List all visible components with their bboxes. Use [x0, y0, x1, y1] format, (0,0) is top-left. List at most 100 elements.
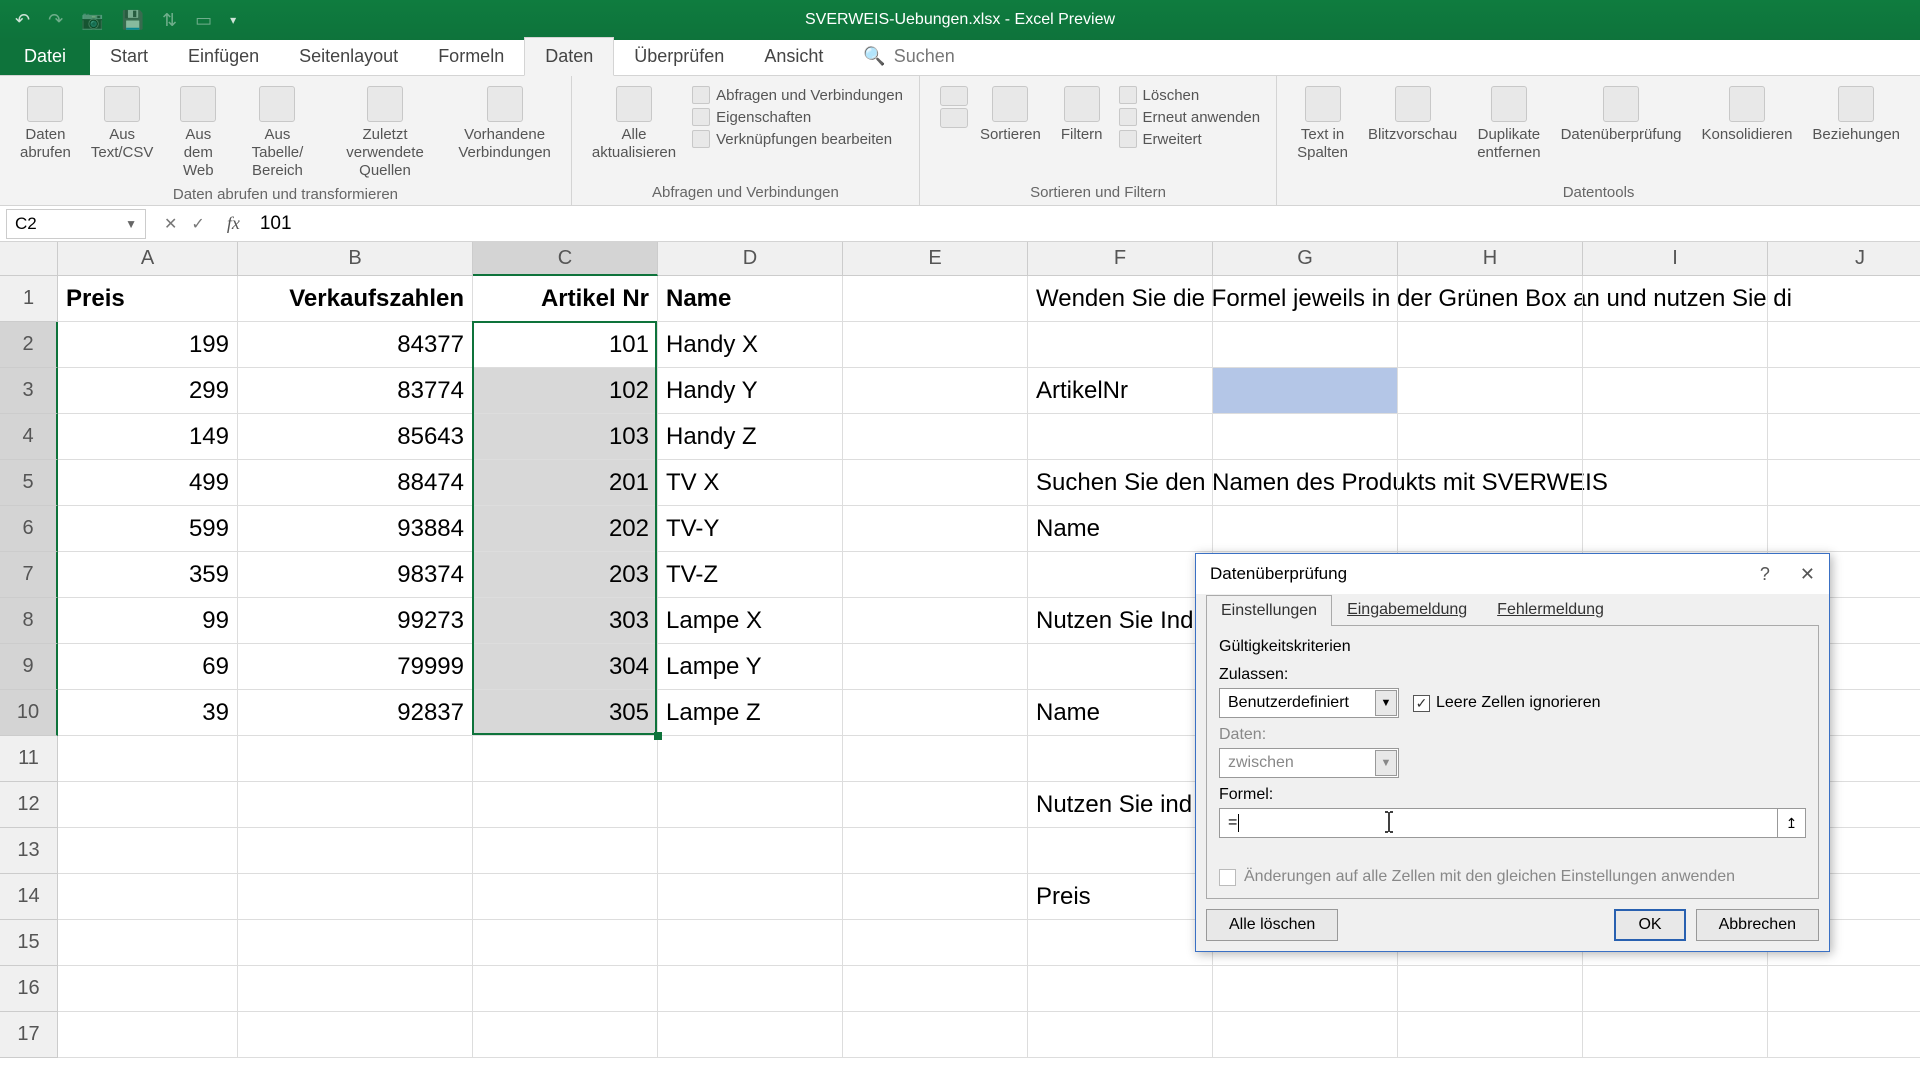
dialog-tab-error-alert[interactable]: Fehlermeldung: [1482, 594, 1619, 625]
cell[interactable]: [1398, 368, 1583, 414]
cell[interactable]: Verkaufszahlen: [238, 276, 473, 322]
cell[interactable]: [1028, 736, 1213, 782]
cell[interactable]: 303: [473, 598, 658, 644]
row-header[interactable]: 5: [0, 460, 58, 506]
cell[interactable]: [1768, 1012, 1920, 1058]
cell[interactable]: [1583, 966, 1768, 1012]
cell[interactable]: [238, 874, 473, 920]
edit-links-button[interactable]: Verknüpfungen bearbeiten: [692, 130, 903, 148]
cell[interactable]: [1768, 368, 1920, 414]
cell[interactable]: Name: [1028, 506, 1213, 552]
tab-pagelayout[interactable]: Seitenlayout: [279, 38, 418, 75]
tab-insert[interactable]: Einfügen: [168, 38, 279, 75]
recent-sources-button[interactable]: Zuletzt verwendete Quellen: [324, 82, 447, 184]
sort-button[interactable]: Sortieren: [972, 82, 1049, 148]
queries-connections-button[interactable]: Abfragen und Verbindungen: [692, 86, 903, 104]
cell[interactable]: [1768, 322, 1920, 368]
cell[interactable]: 88474: [238, 460, 473, 506]
cell[interactable]: Lampe Y: [658, 644, 843, 690]
cell[interactable]: [1398, 1012, 1583, 1058]
from-web-button[interactable]: Aus dem Web: [165, 82, 231, 184]
redo-icon[interactable]: ↷: [48, 10, 63, 31]
cell[interactable]: 79999: [238, 644, 473, 690]
data-validation-button[interactable]: Datenüberprüfung: [1553, 82, 1690, 148]
cell[interactable]: Lampe X: [658, 598, 843, 644]
from-table-button[interactable]: Aus Tabelle/ Bereich: [235, 82, 320, 184]
cell[interactable]: [58, 1012, 238, 1058]
cell[interactable]: [1583, 322, 1768, 368]
cell[interactable]: [1583, 414, 1768, 460]
row-header[interactable]: 6: [0, 506, 58, 552]
cell[interactable]: TV-Y: [658, 506, 843, 552]
cell[interactable]: [1213, 414, 1398, 460]
formula-input-field[interactable]: =: [1219, 808, 1778, 838]
cell[interactable]: [1213, 966, 1398, 1012]
range-picker-button[interactable]: ↥: [1778, 808, 1806, 838]
cell[interactable]: [1213, 460, 1398, 506]
cell[interactable]: [1213, 276, 1398, 322]
cell[interactable]: [1583, 460, 1768, 506]
row-header[interactable]: 1: [0, 276, 58, 322]
cell[interactable]: [238, 736, 473, 782]
cell[interactable]: [843, 368, 1028, 414]
column-header[interactable]: D: [658, 242, 843, 276]
cell[interactable]: 499: [58, 460, 238, 506]
cell[interactable]: [238, 920, 473, 966]
ok-button[interactable]: OK: [1614, 909, 1685, 941]
tell-me-search[interactable]: 🔍 Suchen: [843, 38, 974, 75]
row-header[interactable]: 8: [0, 598, 58, 644]
name-box[interactable]: C2 ▼: [6, 209, 146, 239]
cell[interactable]: 99273: [238, 598, 473, 644]
cell[interactable]: Name: [658, 276, 843, 322]
existing-connections-button[interactable]: Vorhandene Verbindungen: [450, 82, 559, 166]
cell[interactable]: [473, 874, 658, 920]
remove-duplicates-button[interactable]: Duplikate entfernen: [1469, 82, 1548, 166]
text-to-columns-button[interactable]: Text in Spalten: [1289, 82, 1356, 166]
column-header[interactable]: H: [1398, 242, 1583, 276]
cell[interactable]: Handy Z: [658, 414, 843, 460]
cell[interactable]: [843, 644, 1028, 690]
cell[interactable]: Handy X: [658, 322, 843, 368]
cell[interactable]: 69: [58, 644, 238, 690]
cell[interactable]: [658, 966, 843, 1012]
sort-az-button[interactable]: [932, 82, 968, 136]
cell[interactable]: 149: [58, 414, 238, 460]
tab-view[interactable]: Ansicht: [744, 38, 843, 75]
column-header[interactable]: B: [238, 242, 473, 276]
row-header[interactable]: 15: [0, 920, 58, 966]
cell[interactable]: [1028, 644, 1213, 690]
cell[interactable]: [843, 736, 1028, 782]
dialog-tab-settings[interactable]: Einstellungen: [1206, 595, 1332, 626]
cell[interactable]: [473, 782, 658, 828]
cell[interactable]: [1398, 966, 1583, 1012]
cell[interactable]: TV X: [658, 460, 843, 506]
cell[interactable]: Lampe Z: [658, 690, 843, 736]
cell[interactable]: Suchen Sie den Namen des Produkts mit SV…: [1028, 460, 1213, 506]
cell[interactable]: [843, 874, 1028, 920]
cell[interactable]: [1028, 1012, 1213, 1058]
cell[interactable]: [58, 736, 238, 782]
cell[interactable]: [843, 276, 1028, 322]
cell[interactable]: [843, 828, 1028, 874]
cell[interactable]: [1213, 368, 1398, 414]
save-icon[interactable]: 💾: [122, 10, 144, 31]
cell[interactable]: [58, 874, 238, 920]
cell[interactable]: [658, 782, 843, 828]
cell[interactable]: 203: [473, 552, 658, 598]
cell[interactable]: [843, 966, 1028, 1012]
cell[interactable]: 84377: [238, 322, 473, 368]
cell[interactable]: [1398, 506, 1583, 552]
cell[interactable]: [843, 460, 1028, 506]
cell[interactable]: Preis: [1028, 874, 1213, 920]
cell[interactable]: Nutzen Sie ind: [1028, 782, 1213, 828]
cell[interactable]: [1583, 506, 1768, 552]
cell[interactable]: Name: [1028, 690, 1213, 736]
cell[interactable]: [1213, 506, 1398, 552]
cell[interactable]: [473, 1012, 658, 1058]
cell[interactable]: [1028, 966, 1213, 1012]
cell[interactable]: [58, 782, 238, 828]
cell[interactable]: Nutzen Sie Ind: [1028, 598, 1213, 644]
row-header[interactable]: 4: [0, 414, 58, 460]
cell[interactable]: Preis: [58, 276, 238, 322]
refresh-all-button[interactable]: Alle aktualisieren: [584, 82, 684, 166]
